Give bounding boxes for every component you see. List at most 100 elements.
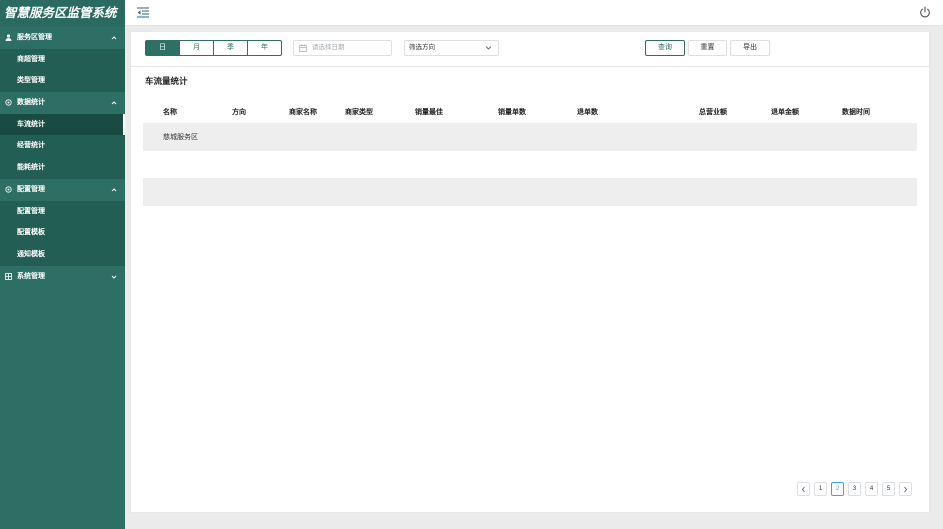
cell-merchant-name [269,178,325,206]
tab-month[interactable]: 月 [179,40,214,56]
query-button[interactable]: 查询 [645,40,685,56]
period-tabs: 日 月 季 年 [145,40,282,56]
cell-merchant-name [269,151,325,179]
tab-quarter[interactable]: 季 [213,40,248,56]
cell-total-revenue [679,178,751,206]
cell-merchant-type [325,178,395,206]
column-header-direction: 方向 [232,108,246,116]
cell-best-seller [395,123,478,151]
cell-merchant-type [325,151,395,179]
main-card: 日 月 季 年 请选择日期 筛选方向 查询 重置 导出 车流量统计 名称 方向 … [130,31,930,513]
reset-button[interactable]: 重置 [688,40,727,56]
column-header-data-time: 数据时间 [842,108,870,116]
grid-icon [5,272,12,280]
cell-merchant-name [269,123,325,151]
column-header-merchant-name: 商家名称 [289,108,317,116]
menu-group-service-area[interactable]: 服务区管理 [0,27,125,49]
column-header-total-revenue: 总营业额 [699,108,727,116]
cell-best-seller [395,151,478,179]
chevron-down-icon [111,274,117,280]
menu-group-label: 系统管理 [17,272,45,280]
chevron-up-icon [111,187,117,193]
pagination-prev-button[interactable] [797,482,810,496]
menu-group-data-statistics[interactable]: 数据统计 [0,92,125,114]
sidebar-item-traffic-statistics[interactable]: 车流统计 [0,113,125,136]
sidebar: 智慧服务区监管系统 服务区管理 商超管理 类型管理 数据统计 车流统计 经营统计 [0,0,125,529]
chevron-up-icon [111,35,117,41]
table-header-row: 名称 方向 商家名称 商家类型 销量最佳 销量单数 退单数 总营业额 退单金额 … [143,100,917,123]
pagination-page[interactable]: 3 [848,482,861,496]
column-header-refund-count: 退单数 [577,108,598,116]
pagination-next-button[interactable] [899,482,912,496]
export-button[interactable]: 导出 [730,40,770,56]
sidebar-item-type-management[interactable]: 类型管理 [0,70,125,93]
sidebar-item-business-statistics[interactable]: 经营统计 [0,135,125,158]
menu-group-configuration[interactable]: 配置管理 [0,178,125,201]
cell-name [143,178,212,206]
chevron-down-icon [485,45,492,51]
traffic-table: 名称 方向 商家名称 商家类型 销量最佳 销量单数 退单数 总营业额 退单金额 … [143,100,917,206]
pagination-page[interactable]: 5 [882,482,895,496]
cell-merchant-type [325,123,395,151]
direction-select[interactable]: 筛选方向 [404,40,499,56]
cell-sales-orders [478,178,557,206]
menu-group-system-management[interactable]: 系统管理 [0,265,125,288]
column-header-refund-amount: 退单金额 [771,108,799,116]
sidebar-item-configuration-template[interactable]: 配置模板 [0,222,125,244]
cell-total-revenue [679,123,751,151]
table-row[interactable] [143,178,917,206]
cell-name: 慈城服务区 [143,123,212,151]
cell-total-revenue [679,151,751,179]
cell-direction [212,123,269,151]
calendar-icon [299,44,307,52]
tab-year[interactable]: 年 [247,40,282,56]
divider [131,66,929,67]
cell-refund-amount [751,151,822,179]
app-title: 智慧服务区监管系统 [0,0,125,27]
pagination-page[interactable]: 1 [814,482,827,496]
cell-best-seller [395,178,478,206]
cell-refund-amount [751,123,822,151]
power-icon[interactable] [919,6,931,18]
column-header-merchant-type: 商家类型 [345,108,373,116]
sidebar-item-notification-template[interactable]: 通知模板 [0,243,125,266]
cell-direction [212,151,269,179]
settings-icon [5,99,12,106]
cell-data-time [822,178,917,206]
cell-name [143,151,212,179]
sidebar-menu: 服务区管理 商超管理 类型管理 数据统计 车流统计 经营统计 能耗统计 配置管理 [0,27,125,288]
table-row[interactable] [143,151,917,179]
table-row[interactable]: 慈城服务区 [143,123,917,151]
cell-refund-count [557,178,679,206]
date-picker[interactable]: 请选择日期 [293,40,392,56]
direction-placeholder: 筛选方向 [409,44,435,51]
user-icon [5,34,12,41]
sidebar-item-energy-statistics[interactable]: 能耗统计 [0,157,125,179]
cell-sales-orders [478,151,557,179]
column-header-name: 名称 [163,108,177,116]
menu-group-label: 服务区管理 [17,34,52,41]
chevron-left-icon [798,486,809,493]
pagination: 1 2 3 4 5 [797,482,912,496]
date-placeholder: 请选择日期 [312,44,345,51]
cell-refund-count [557,123,679,151]
chevron-right-icon [900,486,911,493]
cell-data-time [822,123,917,151]
tab-day[interactable]: 日 [145,40,180,56]
chevron-up-icon [111,100,117,106]
pagination-page[interactable]: 4 [865,482,878,496]
cell-refund-count [557,151,679,179]
column-header-best-seller: 销量最佳 [415,108,443,116]
cell-data-time [822,151,917,179]
cell-sales-orders [478,123,557,151]
sidebar-item-supermarket-management[interactable]: 商超管理 [0,48,125,71]
cell-direction [212,178,269,206]
pagination-page[interactable]: 2 [831,482,844,496]
menu-group-label: 配置管理 [17,185,45,193]
outdent-icon[interactable] [137,7,149,18]
top-bar [125,0,943,26]
section-title: 车流量统计 [145,76,188,86]
sidebar-item-configuration-management[interactable]: 配置管理 [0,200,125,223]
column-header-sales-orders: 销量单数 [498,108,526,116]
cell-refund-amount [751,178,822,206]
